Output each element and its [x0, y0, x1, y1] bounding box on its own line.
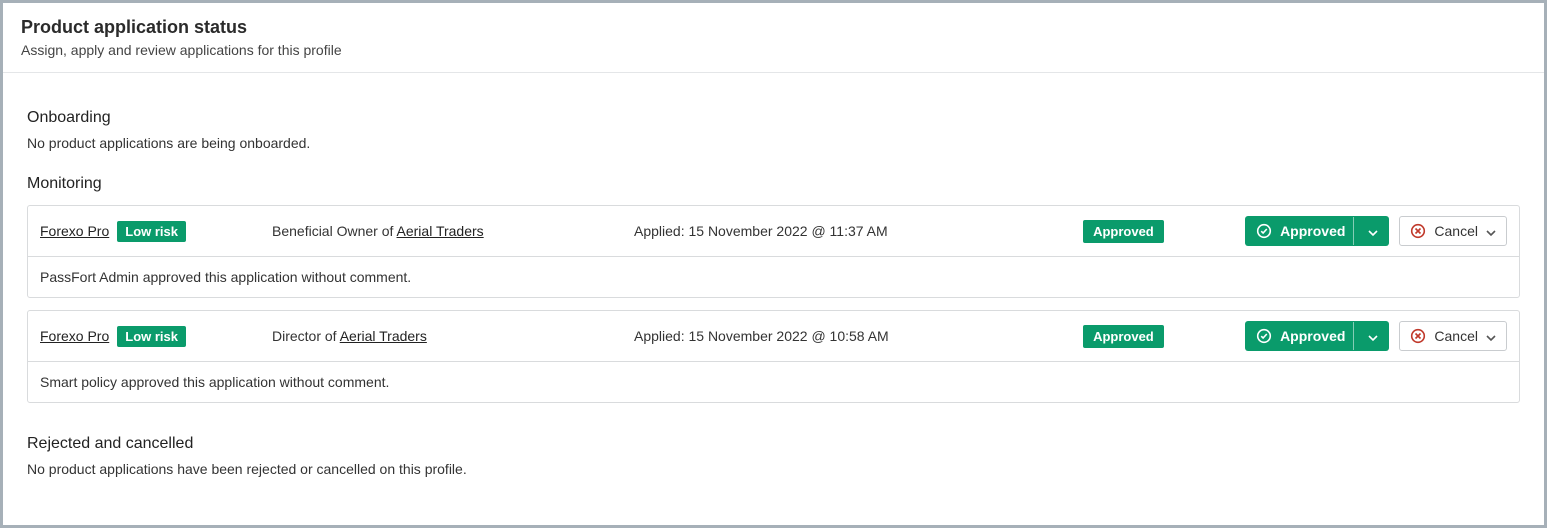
rejected-empty-text: No product applications have been reject…: [27, 461, 1520, 477]
cancel-button-label: Cancel: [1434, 329, 1478, 343]
chevron-down-icon: [1368, 331, 1378, 341]
status-cell: Approved: [1083, 325, 1233, 348]
applied-cell: Applied: 15 November 2022 @ 10:58 AM: [634, 328, 1071, 344]
application-note: Smart policy approved this application w…: [28, 361, 1519, 402]
check-circle-icon: [1256, 223, 1272, 239]
approved-button-label: Approved: [1280, 329, 1345, 343]
role-prefix: Beneficial Owner of: [272, 223, 397, 239]
chevron-down-icon: [1368, 226, 1378, 236]
x-circle-icon: [1410, 328, 1426, 344]
risk-badge: Low risk: [117, 221, 186, 242]
section-title-rejected: Rejected and cancelled: [27, 435, 1520, 453]
chevron-down-icon: [1486, 331, 1496, 341]
cancel-dropdown-button[interactable]: Cancel: [1399, 216, 1507, 246]
cancel-button-label: Cancel: [1434, 224, 1478, 238]
page-title: Product application status: [21, 17, 1526, 38]
risk-badge: Low risk: [117, 326, 186, 347]
check-circle-icon: [1256, 328, 1272, 344]
status-cell: Approved: [1083, 220, 1233, 243]
applied-cell: Applied: 15 November 2022 @ 11:37 AM: [634, 223, 1071, 239]
product-cell: Forexo Pro Low risk: [40, 221, 260, 242]
button-divider: [1353, 217, 1354, 245]
product-cell: Forexo Pro Low risk: [40, 326, 260, 347]
page-content: Onboarding No product applications are b…: [3, 73, 1544, 491]
actions-cell: Approved Cancel: [1245, 321, 1507, 351]
page-subtitle: Assign, apply and review applications fo…: [21, 42, 1526, 58]
section-title-onboarding: Onboarding: [27, 109, 1520, 127]
role-prefix: Director of: [272, 328, 340, 344]
button-divider: [1353, 322, 1354, 350]
application-row: Forexo Pro Low risk Director of Aerial T…: [28, 311, 1519, 361]
chevron-down-icon: [1486, 226, 1496, 236]
approved-button-label: Approved: [1280, 224, 1345, 238]
applied-value: 15 November 2022 @ 11:37 AM: [688, 223, 887, 239]
section-title-monitoring: Monitoring: [27, 175, 1520, 193]
status-badge: Approved: [1083, 325, 1164, 348]
page-header: Product application status Assign, apply…: [3, 3, 1544, 73]
application-card: Forexo Pro Low risk Beneficial Owner of …: [27, 205, 1520, 298]
role-cell: Beneficial Owner of Aerial Traders: [272, 223, 622, 239]
app-frame: Product application status Assign, apply…: [0, 0, 1547, 528]
role-entity-link[interactable]: Aerial Traders: [340, 328, 427, 344]
application-card: Forexo Pro Low risk Director of Aerial T…: [27, 310, 1520, 403]
applied-prefix: Applied:: [634, 328, 688, 344]
status-badge: Approved: [1083, 220, 1164, 243]
applied-value: 15 November 2022 @ 10:58 AM: [688, 328, 888, 344]
cancel-dropdown-button[interactable]: Cancel: [1399, 321, 1507, 351]
application-note: PassFort Admin approved this application…: [28, 256, 1519, 297]
role-entity-link[interactable]: Aerial Traders: [397, 223, 484, 239]
approved-dropdown-button[interactable]: Approved: [1245, 216, 1389, 246]
actions-cell: Approved Cancel: [1245, 216, 1507, 246]
role-cell: Director of Aerial Traders: [272, 328, 622, 344]
product-link[interactable]: Forexo Pro: [40, 223, 109, 239]
product-link[interactable]: Forexo Pro: [40, 328, 109, 344]
applied-prefix: Applied:: [634, 223, 688, 239]
onboarding-empty-text: No product applications are being onboar…: [27, 135, 1520, 151]
approved-dropdown-button[interactable]: Approved: [1245, 321, 1389, 351]
x-circle-icon: [1410, 223, 1426, 239]
application-row: Forexo Pro Low risk Beneficial Owner of …: [28, 206, 1519, 256]
